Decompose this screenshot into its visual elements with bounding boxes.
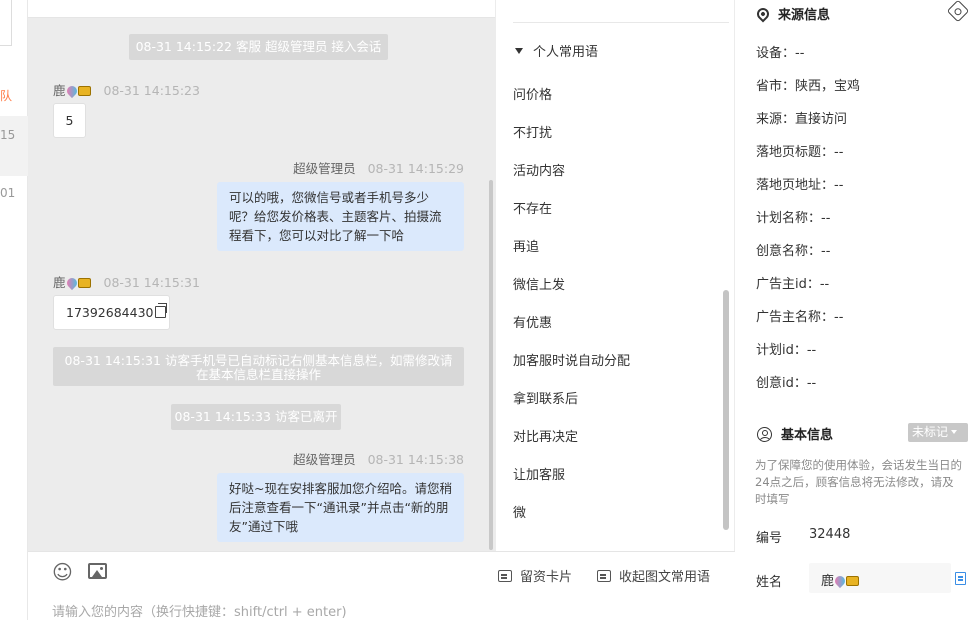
phrase-item[interactable]: 活动内容 [513, 160, 565, 179]
agent-message-bubble: 好哒~现在安排客服加您介绍哈。请您稍后注意查看一下“通讯录”并点击“新的朋友”通… [217, 473, 464, 542]
message-text: 可以的哦，您微信号或者手机号多少呢？给您发价格表、主题客片、拍摄流程看下，您可以… [229, 190, 442, 243]
collapse-phrases-button[interactable]: 收起图文常用语 [597, 566, 710, 585]
phrase-item[interactable]: 拿到联系后 [513, 388, 578, 407]
message-text[interactable]: 17392684430 [66, 305, 153, 320]
phrase-item[interactable]: 微 [513, 502, 526, 521]
team-tab-label[interactable]: 队 [0, 87, 12, 104]
basic-info-title-text: 基本信息 [781, 428, 834, 443]
phrase-item[interactable]: 不存在 [513, 198, 552, 217]
source-info-row: 计划名称：-- [756, 211, 831, 226]
gem-emoji-icon [64, 275, 79, 291]
phrase-item[interactable]: 有优惠 [513, 312, 552, 331]
tag-select[interactable]: 未标记 [908, 423, 968, 442]
chat-header-bar [28, 0, 495, 18]
message-meta: 超级管理员 08-31 14:15:29 [293, 158, 464, 177]
emoji-icon[interactable]: ☺ [52, 562, 73, 582]
system-message: 08-31 14:15:33 访客已离开 [171, 404, 341, 430]
phrase-group-header[interactable]: 个人常用语 [515, 41, 598, 60]
system-message: 08-31 14:15:22 客服 超级管理员 接入会话 [129, 34, 388, 60]
lead-card-button[interactable]: 留资卡片 [498, 566, 572, 585]
visitor-message-bubble: 5 [53, 103, 86, 138]
system-message: 08-31 14:15:31 访客手机号已自动标记右侧基本信息栏，如需修改请在基… [53, 347, 464, 386]
common-phrases-panel: 个人常用语 问价格 不打扰 活动内容 不存在 再追 微信上发 有优惠 加客服时说… [495, 0, 735, 551]
message-text: 5 [65, 113, 74, 128]
sender-name: 鹿 [53, 83, 66, 98]
card-icon [597, 570, 611, 582]
message-time: 08-31 14:15:31 [103, 275, 200, 290]
phrases-scrollbar[interactable] [723, 290, 729, 530]
collapse-phrases-label: 收起图文常用语 [619, 570, 711, 585]
list-control[interactable] [0, 0, 12, 46]
message-meta: 超级管理员 08-31 14:15:38 [293, 449, 464, 468]
image-icon[interactable] [88, 563, 107, 579]
source-info-row: 落地页地址：-- [756, 178, 844, 193]
phrase-item[interactable]: 再追 [513, 236, 539, 255]
divider [513, 22, 729, 23]
settings-icon[interactable] [946, 0, 970, 23]
chat-scrollbar[interactable] [489, 180, 493, 550]
conversation-list-edge: 队 15 01 [0, 0, 28, 620]
phrase-item[interactable]: 对比再决定 [513, 426, 578, 445]
phrase-item[interactable]: 问价格 [513, 84, 552, 103]
sender-name: 鹿 [53, 275, 66, 290]
message-time: 08-31 14:15:38 [367, 452, 464, 467]
message-time: 08-31 14:15:29 [367, 161, 464, 176]
source-info-row: 创意名称：-- [756, 244, 831, 259]
chat-message-area: 08-31 14:15:22 客服 超级管理员 接入会话 鹿 08-31 14:… [28, 0, 495, 551]
id-value: 32448 [809, 527, 851, 542]
source-info-row: 落地页标题：-- [756, 145, 844, 160]
agent-message-bubble: 可以的哦，您微信号或者手机号多少呢？给您发价格表、主题客片、拍摄流程看下，您可以… [217, 182, 464, 251]
basic-info-title: 基本信息 [757, 424, 833, 443]
message-text: 好哒~现在安排客服加您介绍哈。请您稍后注意查看一下“通讯录”并点击“新的朋友”通… [229, 481, 452, 534]
phrase-item[interactable]: 让加客服 [513, 464, 565, 483]
visitor-message-bubble: 17392684430 [53, 295, 170, 330]
phrase-item[interactable]: 微信上发 [513, 274, 565, 293]
card-icon [498, 570, 512, 582]
gem-emoji-icon [832, 573, 848, 589]
source-info-row: 广告主名称：-- [756, 310, 844, 325]
caret-down-icon [515, 48, 523, 54]
user-circle-icon [757, 427, 772, 442]
gold-emoji-icon [77, 86, 91, 96]
message-meta: 鹿 08-31 14:15:31 [53, 272, 200, 291]
name-field[interactable]: 鹿 [809, 563, 951, 593]
gem-emoji-icon [64, 83, 79, 99]
source-info-row: 计划id：-- [756, 343, 817, 358]
source-info-title: 来源信息 [754, 4, 831, 23]
source-info-row: 创意id：-- [756, 376, 817, 391]
tag-select-label: 未标记 [912, 425, 949, 439]
source-info-title-text: 来源信息 [778, 8, 831, 23]
phrase-item[interactable]: 加客服时说自动分配 [513, 350, 630, 369]
edit-notice: 为了保障您的使用体验，会话发生当日的24点之后，顾客信息将无法修改，请及时填写 [755, 458, 962, 506]
name-value: 鹿 [821, 574, 835, 589]
name-label: 姓名 [756, 575, 783, 590]
message-composer: ☺ 留资卡片 收起图文常用语 请输入您的内容（换行快捷键：shift/ctrl … [28, 551, 735, 620]
copy-icon[interactable] [155, 303, 168, 318]
chat-workspace: 队 15 01 08-31 14:15:22 客服 超级管理员 接入会话 鹿 0… [0, 0, 970, 620]
lead-card-label: 留资卡片 [520, 570, 573, 585]
active-conversation-highlight[interactable] [0, 116, 28, 176]
conversation-time-fragment: 01 [0, 186, 16, 200]
message-time: 08-31 14:15:23 [103, 83, 200, 98]
caret-down-icon [951, 430, 958, 434]
message-meta: 鹿 08-31 14:15:23 [53, 80, 200, 99]
conversation-time-fragment: 15 [0, 128, 16, 142]
gold-emoji-icon [77, 278, 91, 288]
copy-document-icon[interactable] [955, 572, 966, 585]
gold-emoji-icon [846, 576, 860, 586]
sender-name: 超级管理员 [293, 161, 356, 176]
message-input[interactable]: 请输入您的内容（换行快捷键：shift/ctrl + enter) [52, 601, 347, 620]
source-info-row: 广告主id：-- [756, 277, 830, 292]
source-info-row: 来源：直接访问 [756, 112, 848, 127]
phrase-group-title: 个人常用语 [533, 45, 599, 60]
source-info-row: 省市：陕西，宝鸡 [756, 79, 861, 94]
sender-name: 超级管理员 [293, 452, 356, 467]
phrase-item[interactable]: 不打扰 [513, 122, 552, 141]
location-pin-icon [754, 5, 772, 23]
source-info-row: 设备：-- [756, 46, 805, 61]
id-label: 编号 [756, 531, 783, 546]
customer-info-panel: 来源信息 设备：-- 省市：陕西，宝鸡 来源：直接访问 落地页标题：-- 落地页… [735, 0, 970, 620]
